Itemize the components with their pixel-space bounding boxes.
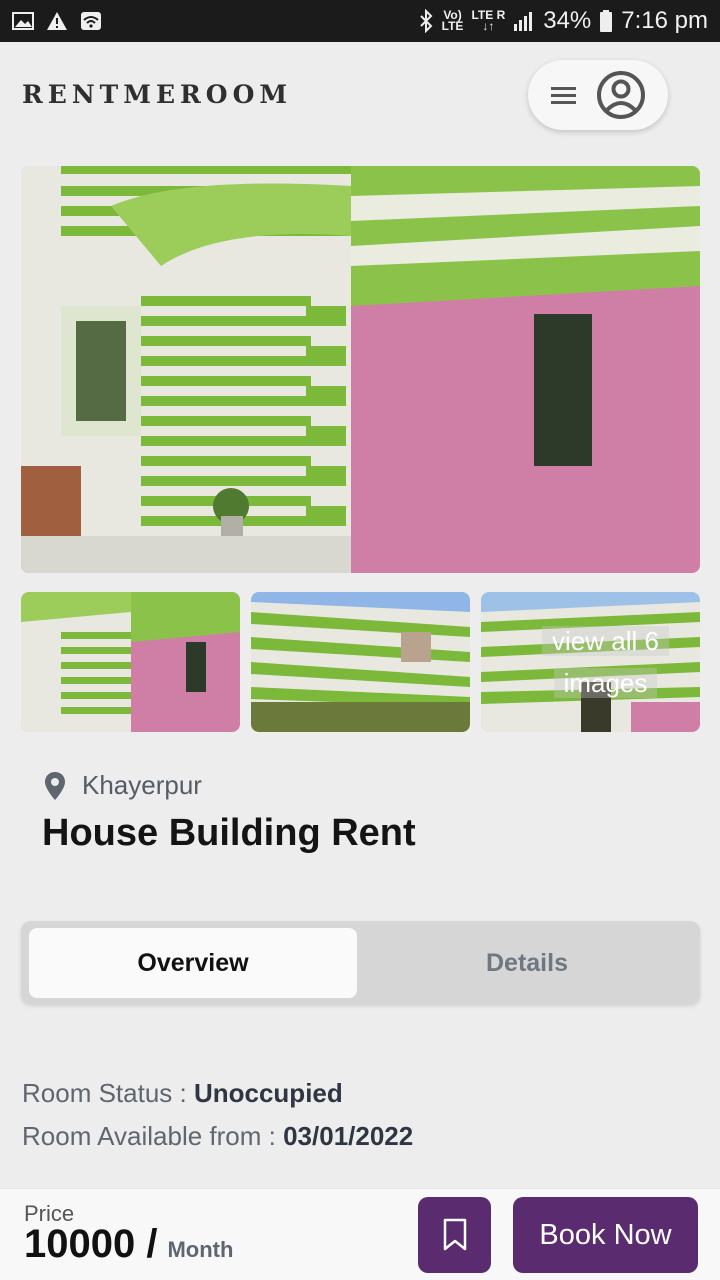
wifi-icon	[81, 12, 101, 30]
room-available: Room Available from : 03/01/2022	[22, 1121, 413, 1152]
room-status-label: Room Status :	[22, 1078, 194, 1108]
thumbnail-2[interactable]	[251, 592, 470, 732]
status-bar: Vo) LTE LTE R ↓↑ 34% 7:16 pm	[0, 0, 720, 42]
location-row: Khayerpur	[44, 770, 202, 801]
bluetooth-icon	[419, 9, 433, 33]
main-photo[interactable]	[21, 166, 700, 573]
listing-title: House Building Rent	[42, 812, 416, 854]
battery-icon	[600, 10, 613, 32]
image-icon	[12, 12, 34, 30]
signal-icon	[514, 12, 533, 31]
bookmark-button[interactable]	[418, 1197, 491, 1273]
app-header: RENTMEROOM	[0, 42, 720, 147]
room-status-value: Unoccupied	[193, 1078, 343, 1108]
warning-icon	[47, 12, 67, 30]
book-now-button[interactable]: Book Now	[513, 1197, 698, 1273]
view-all-images-thumbnail[interactable]: view all 6 images	[481, 592, 700, 732]
brand-logo[interactable]: RENTMEROOM	[22, 80, 292, 109]
thumbnail-image	[21, 592, 240, 732]
lte-indicator: LTE R ↓↑	[471, 8, 506, 33]
view-all-label: view all 6	[542, 626, 669, 656]
thumbnail-1[interactable]	[21, 592, 240, 732]
clock: 7:16 pm	[621, 7, 708, 34]
battery-percent: 34%	[543, 7, 592, 34]
price-amount: 10000 /	[24, 1222, 158, 1266]
bookmark-icon	[443, 1218, 466, 1251]
price-value: 10000 / Month	[24, 1222, 233, 1267]
room-available-value: 03/01/2022	[283, 1121, 414, 1151]
price-unit: Month	[167, 1237, 234, 1262]
room-status: Room Status : Unoccupied	[22, 1078, 343, 1109]
account-menu-button[interactable]	[528, 60, 668, 130]
volte-indicator: Vo) LTE	[441, 8, 464, 33]
view-all-label-2: images	[553, 668, 658, 698]
room-available-label: Room Available from :	[22, 1121, 284, 1151]
tab-bar: Overview Details	[21, 921, 700, 1004]
map-pin-icon	[45, 771, 65, 800]
location-text: Khayerpur	[82, 770, 202, 800]
view-all-overlay[interactable]: view all 6 images	[481, 592, 700, 732]
tab-details[interactable]: Details	[361, 928, 693, 998]
thumbnail-image	[251, 592, 470, 732]
hamburger-icon	[551, 87, 576, 104]
bottom-action-bar: Price 10000 /Month Book Now	[0, 1188, 720, 1280]
tab-overview[interactable]: Overview	[29, 928, 357, 998]
user-circle-icon	[597, 71, 645, 119]
house-photo-image	[21, 166, 700, 573]
